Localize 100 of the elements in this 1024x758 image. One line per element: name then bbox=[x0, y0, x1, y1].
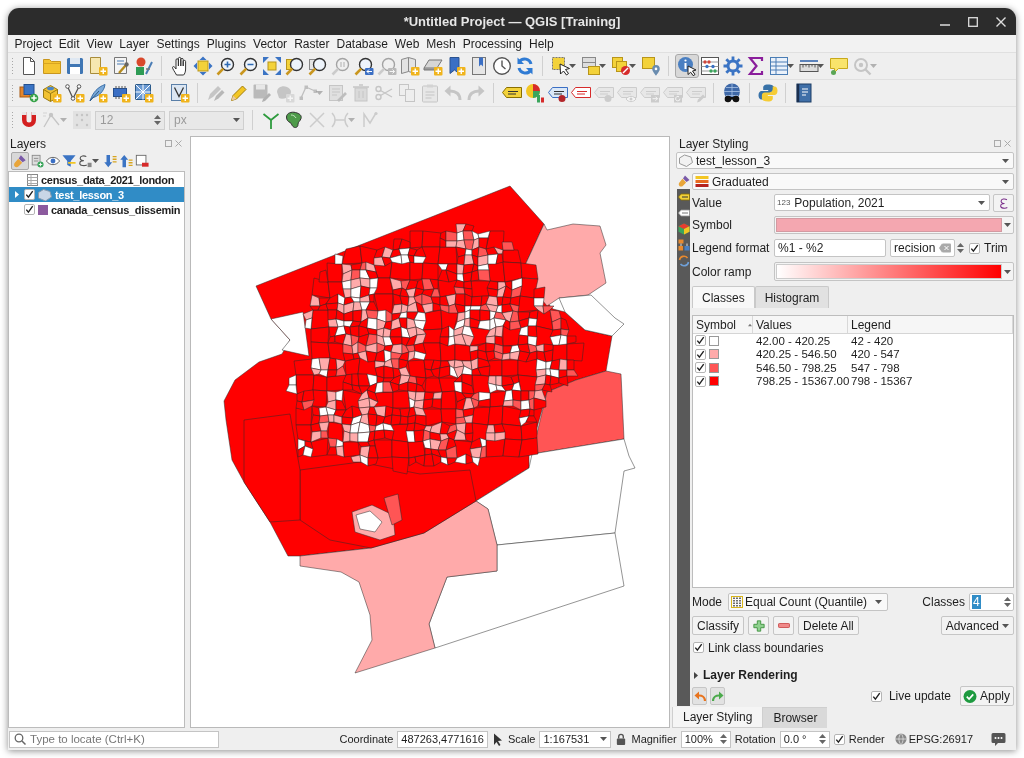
clock-icon[interactable] bbox=[491, 56, 512, 76]
maximize-icon[interactable] bbox=[968, 16, 978, 27]
color-swatch-icon[interactable] bbox=[709, 349, 719, 360]
tilted-sheet-icon[interactable] bbox=[422, 56, 443, 76]
spin-arrows-icon[interactable] bbox=[719, 733, 727, 745]
arrow-up-lines-icon[interactable] bbox=[119, 154, 133, 168]
caret-icon[interactable] bbox=[787, 64, 794, 68]
spin-arrows-icon[interactable] bbox=[818, 733, 826, 745]
menu-item[interactable]: Web bbox=[391, 36, 423, 51]
caret-icon[interactable] bbox=[817, 64, 824, 68]
color-swatch-icon[interactable] bbox=[709, 335, 719, 346]
sheet-plus-icon[interactable] bbox=[30, 154, 44, 168]
blob-icon[interactable] bbox=[283, 110, 304, 130]
zoom-out-icon[interactable] bbox=[238, 56, 259, 76]
funnel-icon[interactable] bbox=[62, 154, 76, 168]
symbol-button[interactable] bbox=[774, 216, 1014, 234]
magnifier-spinbox[interactable]: 100% bbox=[680, 730, 731, 748]
remove-class-button[interactable] bbox=[773, 616, 794, 635]
delete-all-button[interactable]: Delete All bbox=[798, 616, 859, 635]
renderer-dropdown[interactable]: Graduated bbox=[692, 173, 1014, 190]
caret-icon[interactable] bbox=[599, 64, 606, 68]
expression-button[interactable] bbox=[993, 193, 1014, 212]
menu-item[interactable]: Layer bbox=[115, 36, 153, 51]
vector-nodes-icon[interactable] bbox=[64, 83, 85, 103]
checkbox[interactable] bbox=[695, 348, 706, 360]
color-swatch-icon[interactable] bbox=[709, 362, 719, 373]
zoom-in-icon[interactable] bbox=[215, 56, 236, 76]
sigma-icon[interactable] bbox=[745, 56, 766, 76]
field-dropdown[interactable]: 123 Population, 2021 bbox=[774, 194, 990, 211]
menu-item[interactable]: Mesh bbox=[422, 36, 460, 51]
add-class-button[interactable] bbox=[748, 616, 769, 635]
column-header[interactable]: Symbol bbox=[693, 316, 753, 333]
minimize-icon[interactable] bbox=[940, 23, 950, 26]
menu-item[interactable]: Processing bbox=[459, 36, 526, 51]
checkbox[interactable] bbox=[695, 335, 706, 347]
page-plus-icon[interactable] bbox=[87, 56, 108, 76]
tab[interactable]: Classes bbox=[692, 286, 755, 308]
abacus-icon[interactable] bbox=[699, 56, 720, 76]
mesh-grid-icon[interactable] bbox=[133, 83, 154, 103]
coordinate-field[interactable]: 487263,4771616 bbox=[397, 730, 488, 748]
tree-row[interactable]: test_lesson_3 bbox=[9, 187, 184, 202]
checkbox[interactable] bbox=[24, 204, 35, 215]
menu-item[interactable]: Project bbox=[11, 36, 56, 51]
eye-icon[interactable] bbox=[46, 154, 60, 168]
caret-icon[interactable] bbox=[92, 159, 99, 163]
rotation-spinbox[interactable]: 0.0 ° bbox=[779, 730, 830, 748]
gear-icon[interactable] bbox=[722, 56, 743, 76]
magnifier-page-icon[interactable] bbox=[307, 56, 328, 76]
paintbrush-icon[interactable] bbox=[11, 152, 29, 170]
color-swatch-icon[interactable] bbox=[709, 376, 719, 387]
toolbar-handle[interactable] bbox=[11, 57, 14, 75]
locator-search-field[interactable]: Type to locate (Ctrl+K) bbox=[9, 730, 219, 748]
squares-cancel-icon[interactable] bbox=[610, 56, 631, 76]
book-icon[interactable] bbox=[793, 83, 814, 103]
map-canvas[interactable] bbox=[190, 136, 670, 728]
legend-format-field[interactable]: %1 - %2 bbox=[774, 239, 886, 257]
tree-row[interactable]: census_data_2021_london bbox=[9, 172, 184, 187]
spin-arrows-icon[interactable] bbox=[957, 242, 964, 254]
epsilon-icon[interactable] bbox=[78, 154, 92, 168]
menu-item[interactable]: Edit bbox=[55, 36, 84, 51]
menu-item[interactable]: View bbox=[83, 36, 116, 51]
pointer-icon[interactable] bbox=[491, 732, 504, 746]
color-ramp-button[interactable] bbox=[774, 262, 1014, 281]
menu-item[interactable]: Raster bbox=[290, 36, 333, 51]
spin-arrows-icon[interactable] bbox=[1004, 596, 1011, 608]
pie-bars-icon[interactable] bbox=[524, 83, 545, 103]
map-sheet-icon[interactable] bbox=[399, 56, 420, 76]
message-icon[interactable] bbox=[991, 732, 1006, 746]
tree-row[interactable]: canada_census_dissemin bbox=[9, 202, 184, 217]
undo-button[interactable] bbox=[692, 687, 707, 705]
advanced-menu-button[interactable]: Advanced bbox=[940, 616, 1014, 635]
checkbox[interactable] bbox=[695, 362, 706, 374]
toolbar-handle[interactable] bbox=[11, 111, 14, 129]
lock-icon[interactable] bbox=[615, 733, 628, 745]
expand-arrows-icon[interactable] bbox=[261, 56, 282, 76]
checkbox[interactable] bbox=[870, 690, 882, 702]
select-cursor-icon[interactable] bbox=[550, 56, 571, 76]
dock-tab[interactable]: Layer Styling bbox=[672, 707, 764, 728]
chip-icon[interactable] bbox=[110, 83, 131, 103]
tab[interactable]: Histogram bbox=[754, 286, 830, 308]
toolbar-handle[interactable] bbox=[11, 84, 14, 102]
menu-item[interactable]: Settings bbox=[152, 36, 204, 51]
column-header[interactable]: Values bbox=[753, 316, 848, 333]
redo-button[interactable] bbox=[710, 687, 725, 705]
table-icon[interactable] bbox=[768, 56, 789, 76]
classify-button[interactable]: Classify bbox=[692, 616, 744, 635]
cube-badge-icon[interactable] bbox=[41, 83, 62, 103]
precision-field[interactable]: recision bbox=[890, 239, 955, 257]
magnifier-back-icon[interactable] bbox=[353, 56, 374, 76]
checkbox[interactable] bbox=[24, 189, 35, 200]
scale-dropdown[interactable]: 1:167531 bbox=[539, 730, 612, 748]
info-cursor-icon[interactable] bbox=[674, 54, 699, 78]
column-header[interactable]: Legend bbox=[848, 316, 1013, 333]
stacked-rectangles-icon[interactable] bbox=[580, 56, 601, 76]
checkbox[interactable] bbox=[695, 375, 706, 387]
pan-arrows-icon[interactable] bbox=[192, 56, 213, 76]
classes-spinbox[interactable]: 4 bbox=[969, 593, 1014, 611]
menu-item[interactable]: Help bbox=[525, 36, 558, 51]
caret-icon[interactable] bbox=[629, 64, 636, 68]
globe-binoculars-icon[interactable] bbox=[721, 83, 742, 103]
